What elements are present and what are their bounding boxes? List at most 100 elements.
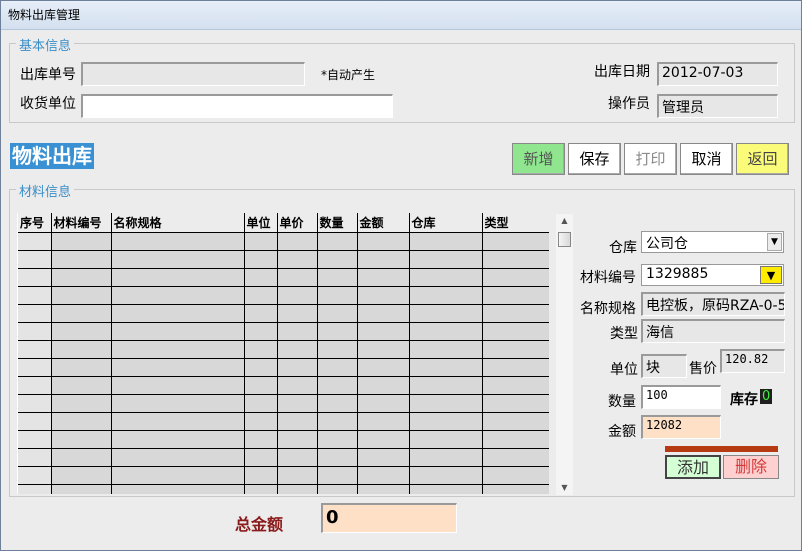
grid-cell[interactable] [277,304,318,323]
date-field[interactable]: 2012-07-03 [657,62,778,86]
grid-cell[interactable] [317,484,358,494]
row-header-cell[interactable] [18,448,52,467]
grid-cell[interactable] [277,232,318,251]
warehouse-select[interactable]: 公司仓 ▼ [641,231,784,253]
grid-cell[interactable] [111,484,245,494]
grid-cell[interactable] [317,340,358,359]
grid-cell[interactable] [409,304,483,323]
grid-cell[interactable] [111,448,245,467]
grid-cell[interactable] [111,250,245,269]
scroll-down-icon[interactable]: ▼ [556,481,573,495]
grid-cell[interactable] [244,484,278,494]
scroll-up-icon[interactable]: ▲ [556,214,573,228]
col-header-warehouse[interactable]: 仓库 [409,213,483,233]
grid-cell[interactable] [482,448,549,467]
row-header-cell[interactable] [18,394,52,413]
grid-cell[interactable] [357,268,410,287]
grid-cell[interactable] [244,466,278,485]
grid-cell[interactable] [111,430,245,449]
grid-cell[interactable] [51,304,112,323]
grid-cell[interactable] [111,340,245,359]
grid-cell[interactable] [357,466,410,485]
grid-cell[interactable] [357,430,410,449]
table-row[interactable] [18,250,549,269]
grid-cell[interactable] [482,322,549,341]
grid-cell[interactable] [244,412,278,431]
grid-cell[interactable] [277,376,318,395]
grid-cell[interactable] [277,250,318,269]
grid-cell[interactable] [482,430,549,449]
grid-cell[interactable] [277,268,318,287]
grid-cell[interactable] [409,286,483,305]
scroll-thumb[interactable] [558,232,571,247]
grid-cell[interactable] [244,250,278,269]
grid-cell[interactable] [51,358,112,377]
add-button[interactable]: 添加 [665,455,721,479]
grid-cell[interactable] [357,232,410,251]
grid-cell[interactable] [111,394,245,413]
table-row[interactable] [18,376,549,395]
col-header-type[interactable]: 类型 [482,213,549,233]
grid-cell[interactable] [357,448,410,467]
table-row[interactable] [18,430,549,449]
grid-cell[interactable] [317,412,358,431]
grid-cell[interactable] [357,412,410,431]
grid-cell[interactable] [482,340,549,359]
row-header-cell[interactable] [18,286,52,305]
grid-cell[interactable] [357,250,410,269]
grid-cell[interactable] [244,340,278,359]
back-button[interactable]: 返回 [736,143,789,175]
chevron-down-icon[interactable]: ▼ [760,266,782,284]
grid-cell[interactable] [277,448,318,467]
grid-cell[interactable] [111,322,245,341]
grid-cell[interactable] [111,286,245,305]
grid-cell[interactable] [244,286,278,305]
grid-cell[interactable] [51,448,112,467]
grid-cell[interactable] [409,376,483,395]
grid-cell[interactable] [244,430,278,449]
grid-scrollbar[interactable]: ▲ ▼ [556,214,573,495]
print-button[interactable]: 打印 [624,143,677,175]
row-header-cell[interactable] [18,358,52,377]
col-header-amount[interactable]: 金额 [357,213,410,233]
grid-cell[interactable] [409,340,483,359]
grid-cell[interactable] [357,340,410,359]
row-header-cell[interactable] [18,484,52,494]
grid-cell[interactable] [51,376,112,395]
grid-cell[interactable] [111,232,245,251]
row-header-cell[interactable] [18,304,52,323]
grid-cell[interactable] [277,358,318,377]
qty-input[interactable]: 100 [641,385,721,409]
grid-cell[interactable] [111,376,245,395]
grid-cell[interactable] [51,232,112,251]
grid-cell[interactable] [317,394,358,413]
new-button[interactable]: 新增 [512,143,565,175]
row-header-cell[interactable] [18,268,52,287]
chevron-down-icon[interactable]: ▼ [767,233,782,251]
grid-cell[interactable] [111,466,245,485]
grid-cell[interactable] [111,268,245,287]
grid-cell[interactable] [277,394,318,413]
grid-cell[interactable] [51,286,112,305]
grid-cell[interactable] [409,268,483,287]
grid-cell[interactable] [244,394,278,413]
row-header-cell[interactable] [18,250,52,269]
col-header-seq[interactable]: 序号 [18,213,52,233]
col-header-spec[interactable]: 名称规格 [111,213,245,233]
grid-cell[interactable] [482,232,549,251]
col-header-price[interactable]: 单价 [277,213,318,233]
row-header-cell[interactable] [18,376,52,395]
grid-cell[interactable] [409,358,483,377]
grid-cell[interactable] [357,322,410,341]
grid-cell[interactable] [409,250,483,269]
grid-cell[interactable] [51,466,112,485]
table-row[interactable] [18,304,549,323]
grid-cell[interactable] [244,376,278,395]
grid-cell[interactable] [51,412,112,431]
table-row[interactable] [18,412,549,431]
material-code-select[interactable]: 1329885 ▼ [641,264,784,286]
grid-cell[interactable] [244,268,278,287]
receiver-input[interactable] [81,94,393,118]
grid-cell[interactable] [482,304,549,323]
grid-cell[interactable] [317,286,358,305]
